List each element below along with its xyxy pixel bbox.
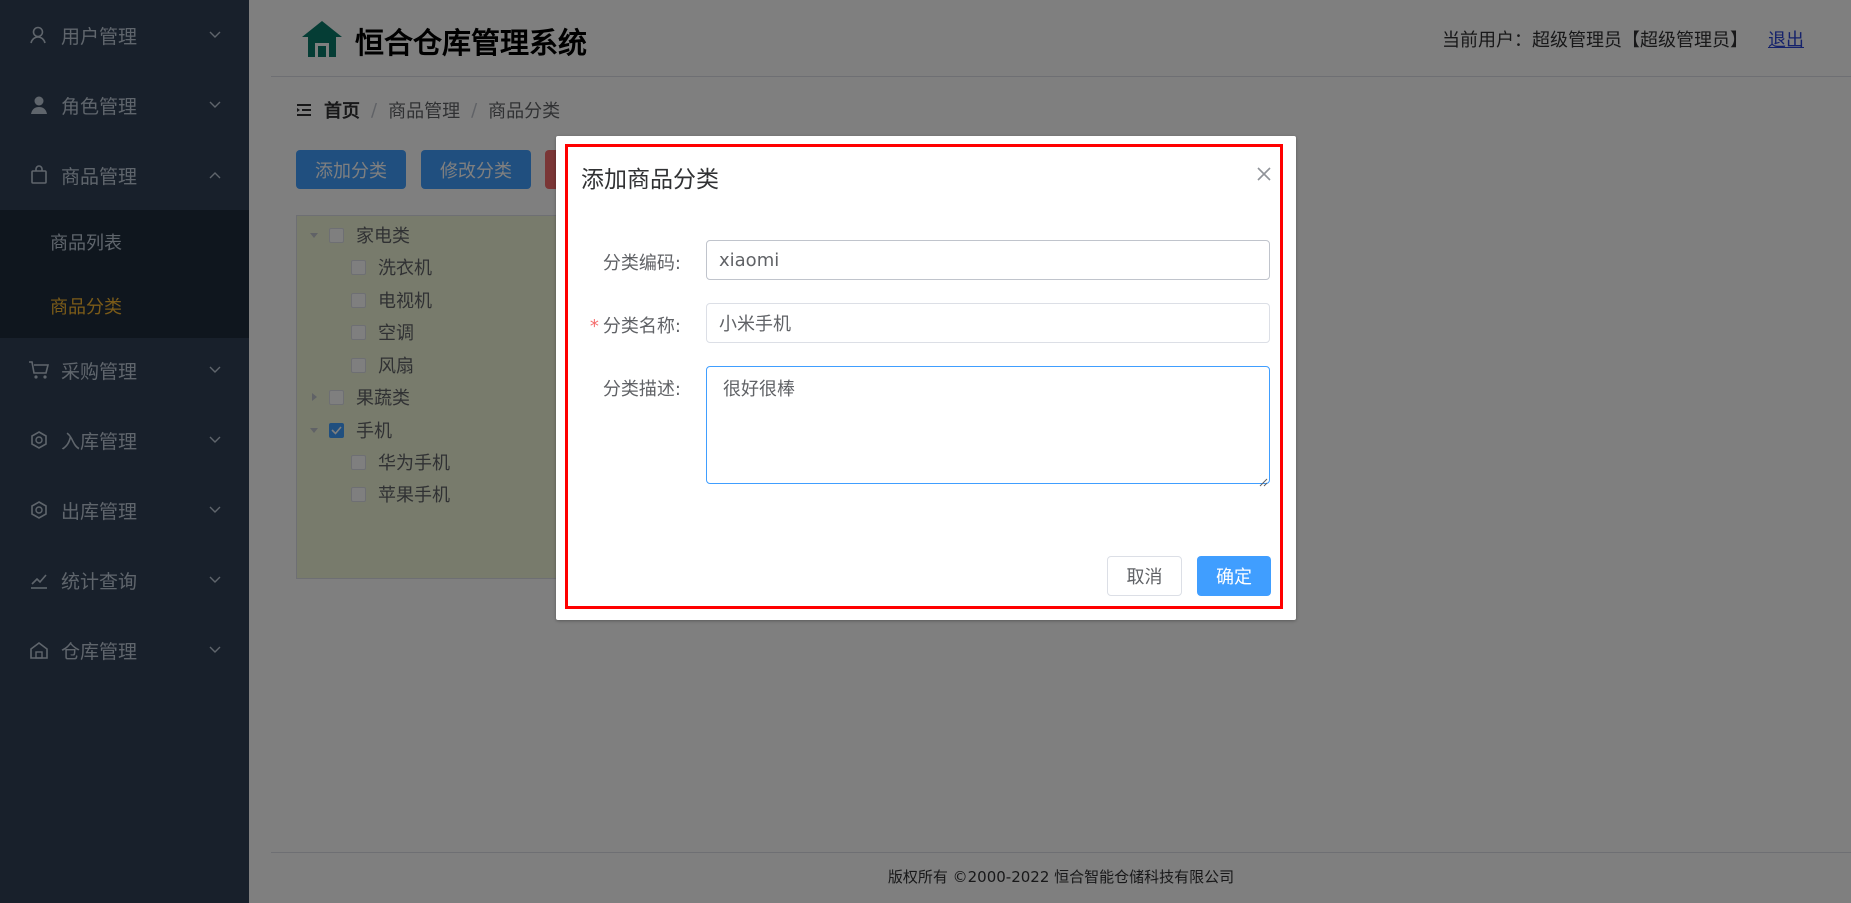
description-label: 分类描述: <box>602 379 681 400</box>
category-code-input[interactable] <box>706 240 1270 280</box>
confirm-button[interactable]: 确定 <box>1197 556 1271 596</box>
dialog-title: 添加商品分类 <box>581 167 719 193</box>
category-description-textarea[interactable]: 很好很棒 <box>706 366 1270 484</box>
required-asterisk: * <box>589 316 599 337</box>
name-label: * 分类名称: <box>589 316 681 337</box>
code-label: 分类编码: <box>602 253 681 274</box>
close-icon[interactable] <box>1256 166 1272 182</box>
add-category-dialog: 添加商品分类 分类编码: *分类名称: 分类描述: 很好很棒 取消 确定 <box>556 136 1296 620</box>
resize-grip-icon[interactable] <box>1258 472 1268 487</box>
cancel-button[interactable]: 取消 <box>1107 556 1182 596</box>
category-name-input[interactable] <box>706 303 1270 343</box>
